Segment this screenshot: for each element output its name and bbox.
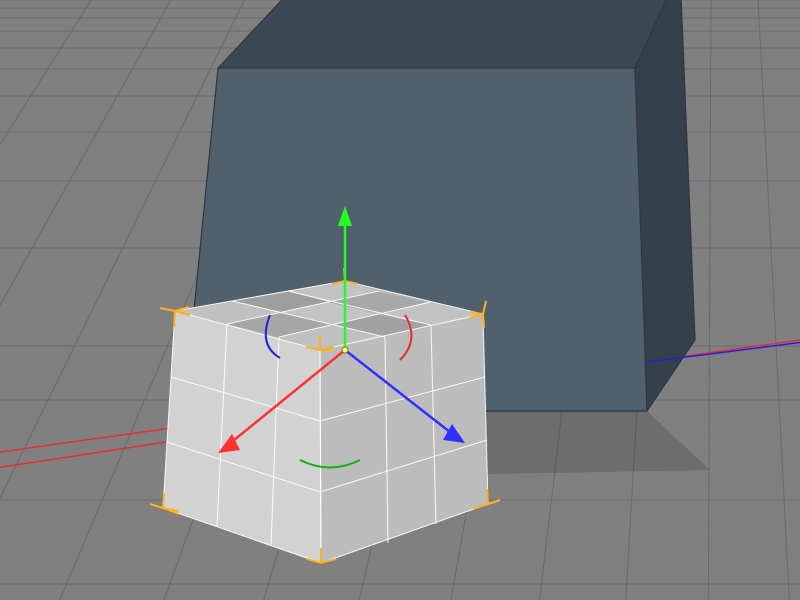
viewport-3d[interactable] bbox=[0, 0, 800, 600]
gizmo-origin[interactable] bbox=[342, 347, 348, 353]
small-cube[interactable] bbox=[150, 268, 500, 563]
large-cube-face-top bbox=[218, 0, 680, 68]
